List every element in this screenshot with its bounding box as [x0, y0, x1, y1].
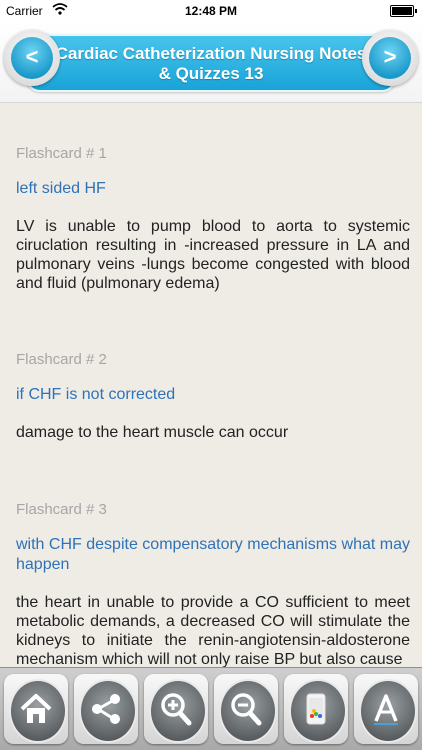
share-icon — [92, 694, 120, 724]
header: Cardiac Catheterization Nursing Notes & … — [0, 22, 422, 103]
flashcard-list[interactable]: Flashcard # 1 left sided HF LV is unable… — [0, 103, 422, 668]
previous-button[interactable]: < — [4, 30, 60, 86]
zoom-in-button[interactable] — [144, 674, 208, 744]
flashcard-answer: damage to the heart muscle can occur — [16, 424, 289, 441]
home-button[interactable] — [4, 674, 68, 744]
color-theme-button[interactable] — [284, 674, 348, 744]
flashcard-answer: LV is unable to pump blood to aorta to s… — [16, 218, 410, 292]
font-icon — [374, 694, 398, 725]
chevron-right-icon: > — [369, 37, 411, 79]
zoom-out-icon — [231, 693, 262, 726]
flashcard-number: Flashcard # 2 — [16, 351, 107, 368]
page-title: Cardiac Catheterization Nursing Notes & … — [55, 44, 367, 83]
status-bar: Carrier 12:48 PM — [0, 0, 422, 22]
home-icon — [20, 694, 52, 723]
bottom-toolbar — [0, 667, 422, 750]
share-button[interactable] — [74, 674, 138, 744]
flashcard-question: with CHF despite compensatory mechanisms… — [16, 536, 410, 573]
zoom-out-button[interactable] — [214, 674, 278, 744]
status-time: 12:48 PM — [184, 4, 238, 18]
flashcard-number: Flashcard # 3 — [16, 501, 107, 518]
zoom-in-icon — [161, 693, 192, 726]
flashcard-number: Flashcard # 1 — [16, 145, 107, 162]
battery-icon — [390, 5, 417, 17]
flashcard: Flashcard # 3 with CHF despite compensat… — [16, 501, 410, 668]
next-button[interactable]: > — [362, 30, 418, 86]
flashcard-question: if CHF is not corrected — [16, 386, 176, 403]
flashcard: Flashcard # 1 left sided HF LV is unable… — [16, 145, 410, 293]
chevron-left-icon: < — [11, 37, 53, 79]
flashcard-answer: the heart in unable to provide a CO suff… — [16, 594, 410, 668]
flashcard: Flashcard # 2 if CHF is not corrected da… — [16, 351, 410, 442]
flashcard-question: left sided HF — [16, 180, 106, 197]
font-button[interactable] — [354, 674, 418, 744]
color-palette-icon — [306, 693, 326, 725]
